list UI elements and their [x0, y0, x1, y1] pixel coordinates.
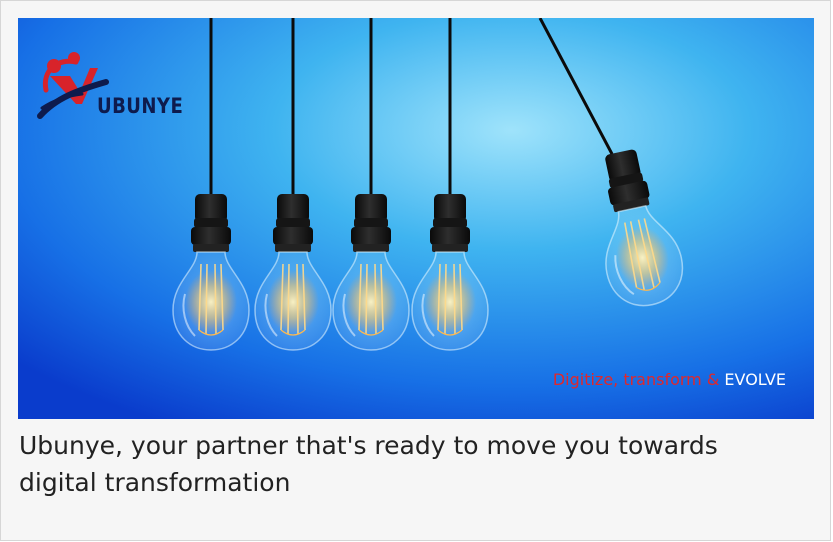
- slogan-part-1: Digitize, transform &: [552, 370, 725, 389]
- logo-text: UBUNYE: [97, 94, 184, 118]
- slogan-part-2: EVOLVE: [724, 370, 786, 389]
- article-card[interactable]: UBUNYE Digitize, transform & EVOLVE Ubun…: [0, 0, 831, 541]
- ubunye-logo: UBUNYE: [36, 46, 206, 126]
- slogan: Digitize, transform & EVOLVE: [553, 370, 786, 389]
- hero-image[interactable]: UBUNYE Digitize, transform & EVOLVE: [18, 18, 814, 419]
- article-caption[interactable]: Ubunye, your partner that's ready to mov…: [19, 427, 779, 501]
